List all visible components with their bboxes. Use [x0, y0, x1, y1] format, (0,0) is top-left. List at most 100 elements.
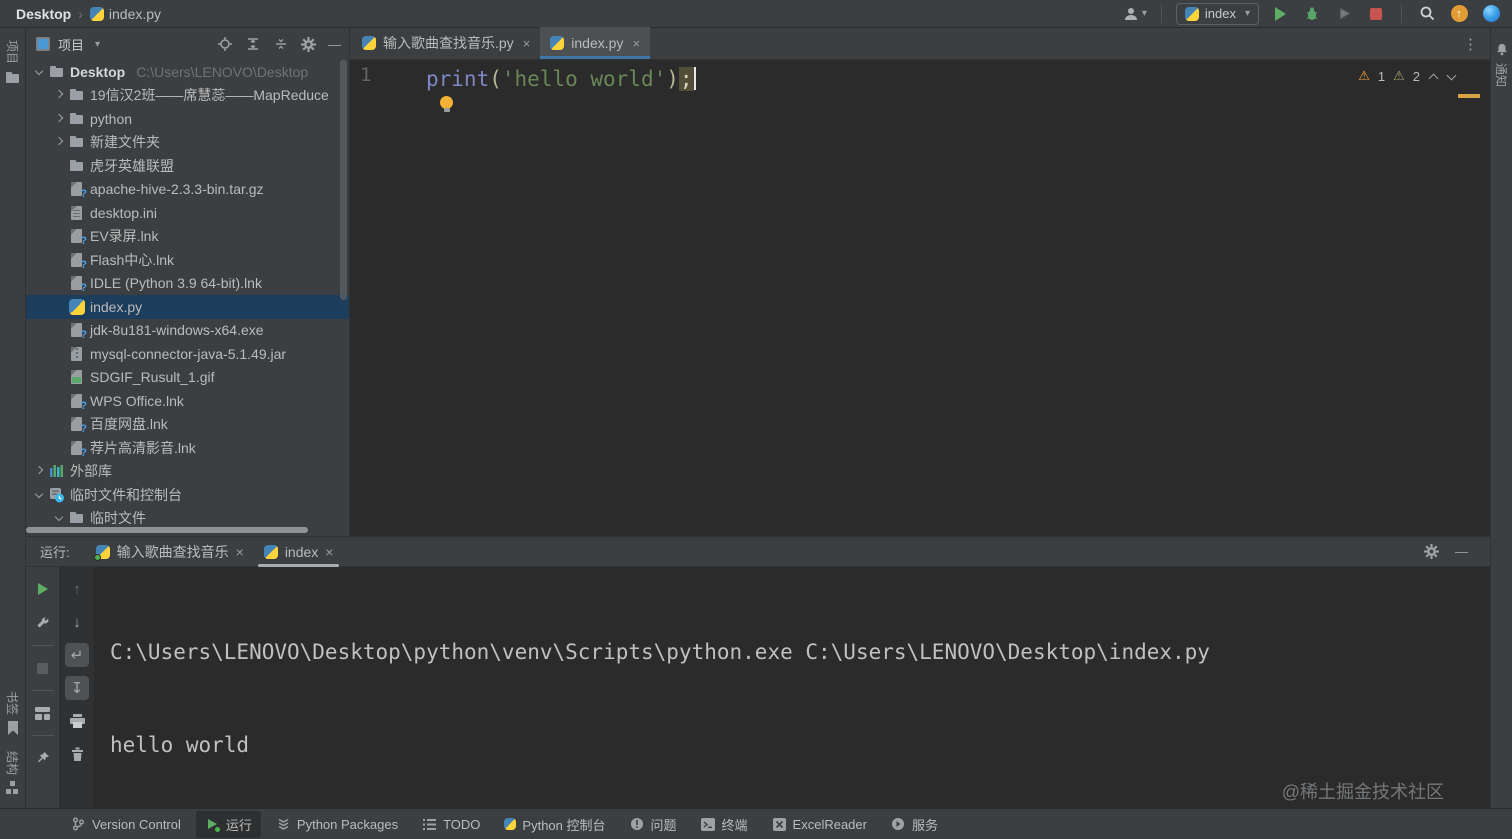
folder-icon	[5, 70, 21, 86]
tree-item[interactable]: ? WPS Office.lnk	[26, 389, 349, 413]
tree-item[interactable]: ? EV录屏.lnk	[26, 225, 349, 249]
run-settings-button[interactable]	[1424, 544, 1439, 559]
more-tabs-menu[interactable]: ⋮	[1451, 35, 1490, 53]
run-tab[interactable]: 输入歌曲查找音乐 ×	[86, 537, 254, 567]
close-icon[interactable]: ×	[236, 544, 244, 560]
previous-problem-button[interactable]	[1428, 71, 1438, 81]
expand-all-button[interactable]	[245, 36, 261, 52]
pin-tab-button[interactable]	[31, 746, 55, 770]
editor-tab[interactable]: 输入歌曲查找音乐.py ×	[352, 27, 540, 59]
debug-button[interactable]	[1301, 3, 1323, 25]
statusbar-item-python-console[interactable]: Python 控制台	[495, 811, 614, 838]
bookmarks-stripe-label: 书签	[5, 690, 19, 715]
chevron-expanded-icon[interactable]	[54, 513, 64, 523]
rerun-button[interactable]	[31, 577, 55, 601]
tree-item[interactable]: ? IDLE (Python 3.9 64-bit).lnk	[26, 272, 349, 296]
statusbar-item-version-control[interactable]: Version Control	[62, 813, 190, 836]
statusbar-item-services[interactable]: 服务	[882, 811, 947, 838]
inspections-widget[interactable]: ⚠ 1 ⚠ 2	[1358, 68, 1456, 84]
trash-icon	[71, 747, 83, 761]
tree-item[interactable]: 虎牙英雄联盟	[26, 154, 349, 178]
chevron-down-icon[interactable]: ▾	[95, 39, 100, 50]
chevron-collapsed-icon[interactable]	[54, 137, 64, 147]
chevron-expanded-icon[interactable]	[34, 67, 44, 77]
next-occurrence-button[interactable]: ↓	[65, 610, 89, 634]
next-problem-button[interactable]	[1446, 71, 1456, 81]
tree-item[interactable]: ? 荐片高清影音.lnk	[26, 436, 349, 460]
unknown-file-icon: ?	[69, 275, 87, 294]
tool-stripe-bookmarks[interactable]: 书签	[4, 687, 21, 739]
stop-process-button-disabled[interactable]	[31, 656, 55, 680]
restore-layout-button[interactable]	[31, 701, 55, 725]
chevron-collapsed-icon[interactable]	[34, 466, 44, 476]
tree-item[interactable]: desktop.ini	[26, 201, 349, 225]
intention-lightbulb-icon[interactable]	[440, 96, 453, 112]
tree-item[interactable]: mysql-connector-java-5.1.49.jar	[26, 342, 349, 366]
hide-run-panel-button[interactable]: —	[1455, 544, 1468, 559]
tab-label: 输入歌曲查找音乐.py	[383, 35, 514, 51]
run-tab-active[interactable]: index ×	[254, 537, 344, 567]
run-button[interactable]	[1269, 3, 1291, 25]
search-everywhere-button[interactable]	[1416, 3, 1438, 25]
tree-item-scratches[interactable]: 临时文件和控制台	[26, 483, 349, 507]
editor-tab-active[interactable]: index.py ×	[540, 27, 651, 59]
tree-item-label: 虎牙英雄联盟	[90, 157, 174, 174]
project-panel-title[interactable]: 项目	[58, 35, 84, 54]
python-file-icon	[362, 36, 376, 50]
tree-item[interactable]: ? Flash中心.lnk	[26, 248, 349, 272]
update-button[interactable]: ↑	[1448, 3, 1470, 25]
breadcrumb-root[interactable]: Desktop	[16, 6, 71, 22]
statusbar-item-python-packages[interactable]: Python Packages	[267, 813, 407, 836]
warning-count: 1	[1377, 68, 1386, 84]
clear-console-button[interactable]	[65, 742, 89, 766]
run-with-coverage-button[interactable]	[1333, 3, 1355, 25]
soft-wrap-button[interactable]: ↵	[65, 643, 89, 667]
chevron-collapsed-icon[interactable]	[54, 90, 64, 100]
expand-all-icon	[248, 38, 258, 50]
locate-file-button[interactable]	[217, 36, 233, 52]
run-tab-label: index	[284, 543, 319, 560]
code-with-me-button[interactable]	[1480, 3, 1502, 25]
print-button[interactable]	[65, 709, 89, 733]
tree-item[interactable]: python	[26, 107, 349, 131]
tree-item-label: 19信汉2班——席慧蕊——MapReduce	[90, 87, 329, 104]
tree-item[interactable]: ? 百度网盘.lnk	[26, 413, 349, 437]
breadcrumb-file[interactable]: index.py	[109, 6, 161, 22]
tree-item-selected[interactable]: index.py	[26, 295, 349, 319]
tree-item[interactable]: 新建文件夹	[26, 131, 349, 155]
modify-run-config-button[interactable]	[31, 611, 55, 635]
chevron-collapsed-icon[interactable]	[54, 114, 64, 124]
tree-item[interactable]: ? jdk-8u181-windows-x64.exe	[26, 319, 349, 343]
user-menu[interactable]: ▾	[1123, 3, 1147, 25]
tree-item-external-libraries[interactable]: 外部库	[26, 460, 349, 484]
statusbar-item-terminal[interactable]: 终端	[692, 811, 757, 838]
tool-stripe-structure[interactable]: 结构	[4, 747, 21, 798]
pycharm-window: Desktop › index.py ▾ index ▾ ↑ 项目 书签 结构 …	[0, 0, 1512, 839]
chevron-expanded-icon[interactable]	[34, 490, 44, 500]
left-tool-stripe: 项目 书签 结构	[0, 28, 26, 808]
code-area[interactable]: print('hello world');	[426, 60, 1490, 536]
tree-item-desktop[interactable]: Desktop C:\Users\LENOVO\Desktop	[26, 60, 349, 84]
coverage-icon	[1339, 7, 1351, 20]
collapse-all-button[interactable]	[273, 36, 289, 52]
statusbar-item-todo[interactable]: TODO	[413, 813, 489, 836]
panel-settings-button[interactable]	[301, 36, 316, 52]
statusbar-item-excelreader[interactable]: ExcelReader	[763, 813, 876, 836]
tool-stripe-project[interactable]: 项目	[4, 36, 21, 90]
vertical-scrollbar[interactable]	[340, 60, 347, 300]
scroll-to-end-button[interactable]: ↧	[65, 676, 89, 700]
close-icon[interactable]: ×	[325, 544, 333, 560]
run-config-selector[interactable]: index ▾	[1175, 2, 1259, 25]
tree-item[interactable]: ? apache-hive-2.3.3-bin.tar.gz	[26, 178, 349, 202]
hide-panel-button[interactable]: —	[328, 37, 341, 52]
tool-stripe-notifications[interactable]: 通知	[1493, 38, 1510, 91]
tree-item[interactable]: 19信汉2班——席慧蕊——MapReduce	[26, 84, 349, 108]
statusbar-item-problems[interactable]: 问题	[621, 811, 686, 838]
prev-occurrence-button[interactable]: ↑	[65, 577, 89, 601]
tree-item[interactable]: SDGIF_Rusult_1.gif	[26, 366, 349, 390]
close-icon[interactable]: ×	[523, 36, 531, 51]
stop-button[interactable]	[1365, 3, 1387, 25]
horizontal-scrollbar[interactable]	[26, 527, 308, 533]
statusbar-item-run[interactable]: 运行	[195, 810, 261, 838]
close-icon[interactable]: ×	[632, 36, 640, 51]
